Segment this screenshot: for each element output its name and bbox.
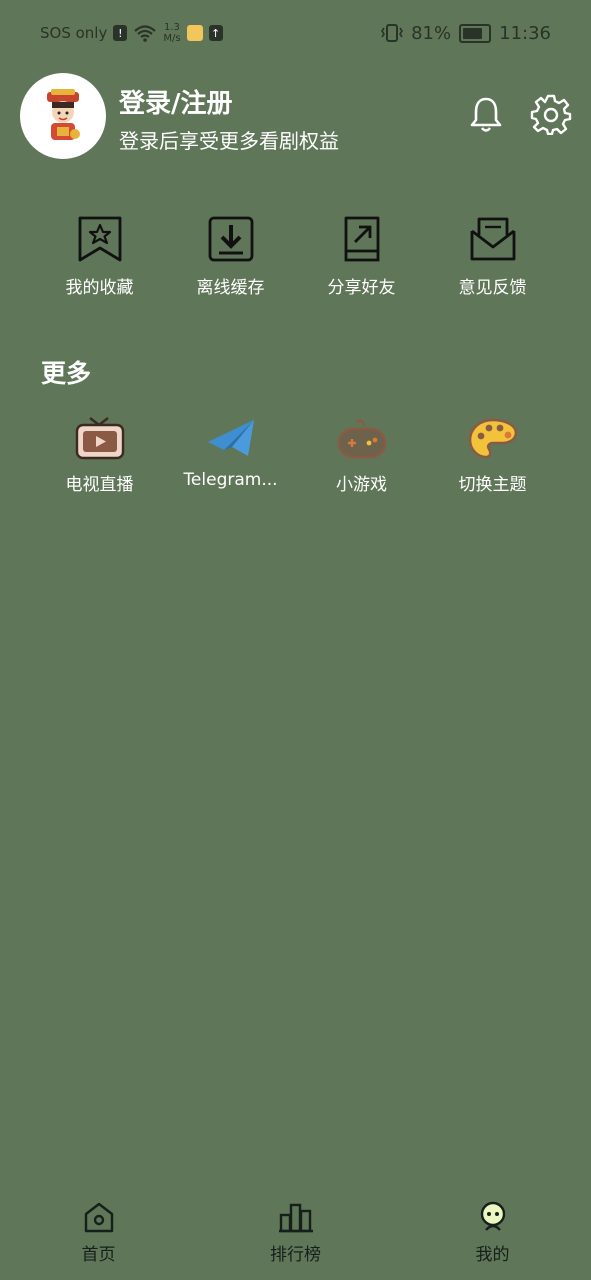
vibrate-icon [381,24,404,42]
notes-app-icon [186,25,203,41]
tv-live-label: 电视直播 [65,475,134,495]
favorites-button[interactable]: 我的收藏 [34,215,165,298]
network-speed: 1.3 M/s [163,22,180,44]
mini-games-label: 小游戏 [336,475,387,495]
profile-icon [480,1201,505,1231]
nav-profile-label: 我的 [475,1245,510,1265]
favorites-label: 我的收藏 [65,278,134,298]
battery-percent: 81% [411,22,452,44]
home-icon [84,1202,113,1233]
battery-icon [459,23,492,43]
share-friends-button[interactable]: 分享好友 [296,215,427,298]
feedback-mail-icon [470,217,515,261]
nav-profile[interactable]: 我的 [394,1200,591,1280]
wifi-icon [134,25,157,42]
nav-ranking-label: 排行榜 [270,1245,321,1265]
quick-actions: 我的收藏 离线缓存 分享好友 意见反馈 [34,215,558,298]
more-items: 电视直播 Telegram... 小游戏 切换主题 [34,416,558,495]
switch-theme-button[interactable]: 切换主题 [427,416,558,495]
bookmark-star-icon [78,216,121,262]
bottom-navigation: 首页 排行榜 我的 [0,1200,591,1280]
telegram-label: Telegram... [183,470,278,490]
login-register-link[interactable]: 登录/注册 [119,83,233,120]
carrier-text: SOS only [40,24,108,42]
feedback-label: 意见反馈 [458,278,527,298]
telegram-button[interactable]: Telegram... [165,416,296,495]
network-speed-value: 1.3 [164,22,180,33]
status-right: 81% 11:36 [381,20,551,46]
palette-icon [468,418,517,459]
status-left: SOS only ! 1.3 M/s ↑ [40,20,223,46]
avatar[interactable] [20,73,106,159]
offline-cache-button[interactable]: 离线缓存 [165,215,296,298]
more-section-title: 更多 [41,359,92,388]
share-friends-label: 分享好友 [327,278,396,298]
nav-home[interactable]: 首页 [0,1200,197,1280]
nav-ranking[interactable]: 排行榜 [197,1200,394,1280]
telegram-icon [207,420,254,456]
share-icon [344,216,379,262]
tv-icon [75,417,124,460]
offline-cache-label: 离线缓存 [196,278,265,298]
tv-live-button[interactable]: 电视直播 [34,416,165,495]
status-bar: SOS only ! 1.3 M/s ↑ 81% 11:36 [0,0,591,66]
mini-games-button[interactable]: 小游戏 [296,416,427,495]
settings-gear-icon[interactable] [530,93,572,135]
gamepad-icon [337,419,386,459]
switch-theme-label: 切换主题 [458,475,527,495]
ranking-icon [278,1203,313,1233]
profile-header: 登录/注册 登录后享受更多看剧权益 [20,73,580,161]
login-benefits-text: 登录后享受更多看剧权益 [119,129,339,153]
nav-home-label: 首页 [81,1245,116,1265]
upload-icon: ↑ [208,25,223,41]
download-icon [208,216,253,262]
clock: 11:36 [499,22,551,44]
network-speed-unit: M/s [163,33,181,44]
alert-icon: ! [113,25,128,41]
avatar-character-icon [47,89,80,140]
feedback-button[interactable]: 意见反馈 [427,215,558,298]
notification-bell-icon[interactable] [466,95,506,135]
